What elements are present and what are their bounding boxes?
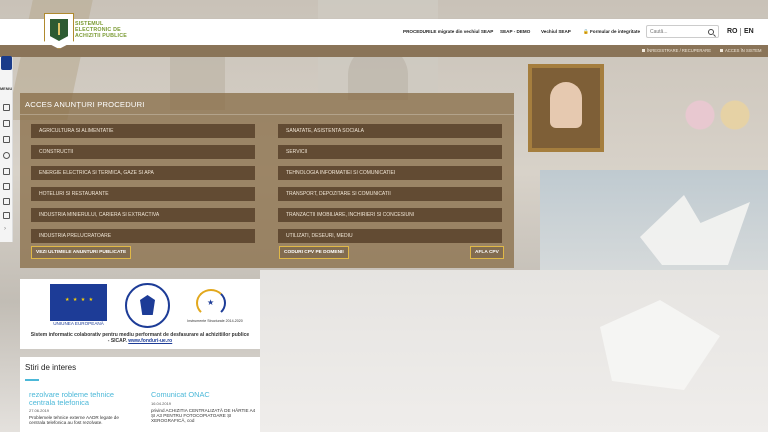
logo-text[interactable]: SISTEMUL ELECTRONIC DE ACHIZITII PUBLICE <box>75 21 135 39</box>
cpv-codes-button[interactable]: CODURI CPV PE DOMENII <box>279 246 349 259</box>
government-seal-icon <box>125 283 170 328</box>
nav-seap-demo[interactable]: SEAP - DEMO <box>500 29 530 34</box>
structural-instruments-caption: Instrumente Structurale 2014-2020 <box>187 319 243 323</box>
news-date: 16.04.2019 <box>151 400 172 406</box>
category-energy[interactable]: ENERGIE ELECTRICA SI TERMICA, GAZE SI AP… <box>31 166 255 180</box>
id-card-icon[interactable] <box>3 183 10 190</box>
news-section: Stiri de interes rezolvare roblemе tehni… <box>20 357 260 432</box>
help-icon[interactable] <box>3 152 10 159</box>
category-transport[interactable]: TRANSPORT, DEPOZITARE SI COMUNICATII <box>278 187 502 201</box>
search-input[interactable] <box>650 27 705 37</box>
register-link[interactable]: ÎNREGISTRARE / RECUPERARE <box>642 48 711 53</box>
edit-icon[interactable] <box>3 168 10 175</box>
news-date: 27.06.2019 <box>29 408 50 414</box>
monitor-icon[interactable] <box>3 198 10 205</box>
eu-description: Sistem informatic colaborativ pentru med… <box>30 332 250 344</box>
category-mining[interactable]: INDUSTRIA MINIERULUI, CARIERA SI EXTRACT… <box>31 208 255 222</box>
category-it[interactable]: TEHNOLOGIA INFORMATIEI SI COMUNICATIEI <box>278 166 502 180</box>
bg-pastries <box>680 90 768 140</box>
category-utilities[interactable]: UTILIZATI, DESEURI, MEDIU <box>278 229 502 243</box>
chevron-right-icon[interactable]: › <box>4 226 6 232</box>
category-manufacturing[interactable]: INDUSTRIA PRELUCRATOARE <box>31 229 255 243</box>
list-icon[interactable] <box>3 120 10 127</box>
news-text: Problemele tehnice externe AADR legate d… <box>29 415 119 426</box>
category-construction[interactable]: CONSTRUCTII <box>31 145 255 159</box>
login-label: ACCES ÎN SISTEM <box>725 48 762 53</box>
latest-notices-button[interactable]: VEZI ULTIMELE ANUNTURI PUBLICATE <box>31 246 132 259</box>
search-icon[interactable] <box>708 29 714 35</box>
account-bar: ÎNREGISTRARE / RECUPERARE ACCES ÎN SISTE… <box>0 45 768 57</box>
lock-icon <box>720 49 723 53</box>
bg-painting <box>528 64 604 152</box>
news-item: Comunicat ONAC 16.04.2019 privind ACHIZI… <box>151 391 256 423</box>
calendar-icon[interactable] <box>3 136 10 143</box>
nav-migrated-procedures[interactable]: PROCEDURILE migrate din vechiul SEAP <box>403 29 493 34</box>
panel-divider <box>20 114 514 115</box>
procedures-panel: ACCES ANUNȚURI PROCEDURI AGRICULTURA SI … <box>20 93 514 268</box>
lang-separator <box>740 28 741 36</box>
news-headline[interactable]: rezolvare roblemе tehnice centrala telef… <box>29 391 134 406</box>
sidebar-menu-label[interactable]: MENIU <box>0 87 12 91</box>
panel-title: ACCES ANUNȚURI PROCEDURI <box>25 100 145 109</box>
news-item: rezolvare roblemе tehnice centrala telef… <box>29 391 134 426</box>
document-icon[interactable] <box>3 104 10 111</box>
structural-instruments-icon: ★ <box>192 283 230 317</box>
eu-funds-link[interactable]: www.fonduri-ue.ro <box>128 338 172 344</box>
category-health[interactable]: SANATATE, ASISTENTA SOCIALA <box>278 124 502 138</box>
lang-ro[interactable]: RO <box>727 28 738 35</box>
nav-integrity-form[interactable]: 🔒 Formular de integritate <box>583 29 640 35</box>
nav-old-seap[interactable]: Vechiul SEAP <box>541 29 571 34</box>
news-title: Stiri de interes <box>25 363 77 372</box>
nav-integrity-form-label: Formular de integritate <box>590 29 641 34</box>
news-headline[interactable]: Comunicat ONAC <box>151 391 256 399</box>
eu-caption: UNIUNEA EUROPEANĂ <box>53 321 104 326</box>
news-accent-line <box>25 379 39 381</box>
category-agriculture[interactable]: AGRICULTURA SI ALIMENTATIE <box>31 124 255 138</box>
register-label: ÎNREGISTRARE / RECUPERARE <box>647 48 711 53</box>
news-text: privind ACHIZITIA CENTRALIZATĂ DE HÂRTIE… <box>151 407 256 423</box>
lock-icon <box>642 49 645 53</box>
category-hotels[interactable]: HOTELURI SI RESTAURANTE <box>31 187 255 201</box>
category-services[interactable]: SERVICII <box>278 145 502 159</box>
eu-funding-banner: UNIUNEA EUROPEANĂ ★ Instrumente Structur… <box>20 279 260 349</box>
login-link[interactable]: ACCES ÎN SISTEM <box>720 48 762 53</box>
romania-crest-icon[interactable] <box>1 56 12 70</box>
chat-icon[interactable] <box>3 212 10 219</box>
lang-en[interactable]: EN <box>744 28 754 35</box>
search-box <box>646 25 719 38</box>
find-cpv-button[interactable]: AFLA CPV <box>470 246 504 259</box>
category-real-estate[interactable]: TRANZACTII IMOBILIARE, INCHIRIERI SI CON… <box>278 208 502 222</box>
eu-flag-icon <box>50 284 107 321</box>
